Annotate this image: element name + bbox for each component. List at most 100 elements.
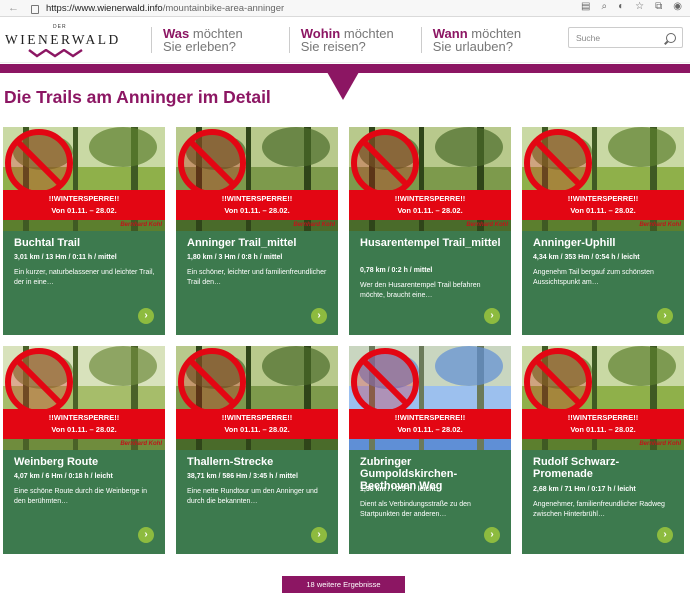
closure-title: !!WINTERSPERRE!! <box>394 413 466 422</box>
nav-divider <box>151 26 152 53</box>
closure-title: !!WINTERSPERRE!! <box>221 413 293 422</box>
chevron-right-icon[interactable]: › <box>657 308 673 324</box>
nav-divider <box>420 26 422 53</box>
trail-photo[interactable]: !!WINTERSPERRE!! Von 01.11. – 28.02. Ber… <box>522 346 684 450</box>
closure-title: !!WINTERSPERRE!! <box>48 194 120 203</box>
trail-description: Ein schöner, leichter und familienfreund… <box>187 269 327 286</box>
site-header: DER WIENERWALD Was möchten Sie erleben? W… <box>0 17 690 63</box>
trail-description: Dient als Verbindungsstraße zu den Start… <box>360 501 471 518</box>
closure-title: !!WINTERSPERRE!! <box>394 194 466 203</box>
trail-card[interactable]: !!WINTERSPERRE!! Von 01.11. – 28.02. Ber… <box>3 127 165 335</box>
trail-stats: 1,80 km / 3 Hm / 0:8 h / mittel <box>187 254 283 261</box>
prohibited-icon <box>524 348 592 416</box>
trail-description: Angenehm Tail bergauf zum schönsten Auss… <box>533 269 654 286</box>
trail-stats: 2,68 km / 71 Hm / 0:17 h / leicht <box>533 486 636 493</box>
trail-title[interactable]: Anninger-Uphill <box>533 237 678 249</box>
closure-dates: Von 01.11. – 28.02. <box>224 206 290 215</box>
logo-prefix: DER <box>53 23 67 30</box>
trail-title[interactable]: Husarentempel Trail_mittel <box>360 237 505 249</box>
closure-dates: Von 01.11. – 28.02. <box>397 206 463 215</box>
trail-photo[interactable]: !!WINTERSPERRE!! Von 01.11. – 28.02. <box>349 346 511 450</box>
winter-closure-banner: !!WINTERSPERRE!! Von 01.11. – 28.02. <box>522 409 684 439</box>
trail-card[interactable]: !!WINTERSPERRE!! Von 01.11. – 28.02. Zub… <box>349 346 511 554</box>
browser-address-bar[interactable]: ← https://www.wienerwald.info/mountainbi… <box>0 0 690 17</box>
chevron-right-icon[interactable]: › <box>311 527 327 543</box>
prohibited-icon <box>178 129 246 197</box>
trail-title[interactable]: Weinberg Route <box>14 456 159 468</box>
logo-wave-icon <box>28 48 83 57</box>
site-logo[interactable]: DER WIENERWALD <box>0 17 132 63</box>
closure-dates: Von 01.11. – 28.02. <box>397 425 463 434</box>
closure-title: !!WINTERSPERRE!! <box>221 194 293 203</box>
prohibited-icon <box>5 348 73 416</box>
prohibited-icon <box>351 348 419 416</box>
trail-photo[interactable]: !!WINTERSPERRE!! Von 01.11. – 28.02. <box>176 346 338 450</box>
profile-icon[interactable]: ◉ <box>673 1 682 12</box>
trail-photo[interactable]: !!WINTERSPERRE!! Von 01.11. – 28.02. Ber… <box>349 127 511 231</box>
collections-icon[interactable]: ⧉ <box>655 1 662 12</box>
closure-dates: Von 01.11. – 28.02. <box>570 425 636 434</box>
closure-title: !!WINTERSPERRE!! <box>567 194 639 203</box>
trail-stats: 4,34 km / 353 Hm / 0:54 h / leicht <box>533 254 640 261</box>
trail-card[interactable]: !!WINTERSPERRE!! Von 01.11. – 28.02. Tha… <box>176 346 338 554</box>
trail-photo[interactable]: !!WINTERSPERRE!! Von 01.11. – 28.02. Ber… <box>176 127 338 231</box>
prohibited-icon <box>524 129 592 197</box>
sponsor-logo: Bernhard Kohl <box>120 441 162 447</box>
reader-view-icon[interactable]: ▤ <box>581 1 590 12</box>
trail-card[interactable]: !!WINTERSPERRE!! Von 01.11. – 28.02. Ber… <box>3 346 165 554</box>
search-icon[interactable] <box>666 33 676 43</box>
trail-title[interactable]: Anninger Trail_mittel <box>187 237 332 249</box>
star-icon[interactable]: ☆ <box>635 1 644 12</box>
trail-title[interactable]: Rudolf Schwarz-Promenade <box>533 456 678 480</box>
nav-item-wohin[interactable]: Wohin möchten Sie reisen? <box>288 26 394 53</box>
closure-dates: Von 01.11. – 28.02. <box>51 206 117 215</box>
trail-stats: 4,07 km / 6 Hm / 0:18 h / leicht <box>14 473 113 480</box>
winter-closure-banner: !!WINTERSPERRE!! Von 01.11. – 28.02. <box>176 190 338 220</box>
nav-item-was[interactable]: Was möchten Sie erleben? <box>151 26 243 53</box>
winter-closure-banner: !!WINTERSPERRE!! Von 01.11. – 28.02. <box>349 190 511 220</box>
winter-closure-banner: !!WINTERSPERRE!! Von 01.11. – 28.02. <box>3 190 165 220</box>
trail-title[interactable]: Buchtal Trail <box>14 237 159 249</box>
tracking-icon[interactable]: ◐ <box>618 1 624 12</box>
trail-photo[interactable]: !!WINTERSPERRE!! Von 01.11. – 28.02. Ber… <box>522 127 684 231</box>
trail-card[interactable]: !!WINTERSPERRE!! Von 01.11. – 28.02. Ber… <box>176 127 338 335</box>
nav-item-wann[interactable]: Wann möchten Sie urlauben? <box>420 26 521 53</box>
lock-icon <box>31 4 39 14</box>
trail-card[interactable]: !!WINTERSPERRE!! Von 01.11. – 28.02. Ber… <box>522 346 684 554</box>
trail-description: Wer den Husarentempel Trail befahren möc… <box>360 282 481 299</box>
search-input[interactable] <box>569 28 659 48</box>
chevron-right-icon[interactable]: › <box>484 527 500 543</box>
band-notch <box>327 72 359 100</box>
closure-dates: Von 01.11. – 28.02. <box>224 425 290 434</box>
winter-closure-banner: !!WINTERSPERRE!! Von 01.11. – 28.02. <box>3 409 165 439</box>
back-arrow-icon[interactable]: ← <box>8 2 19 14</box>
sponsor-logo: Bernhard Kohl <box>639 222 681 228</box>
closure-title: !!WINTERSPERRE!! <box>48 413 120 422</box>
chevron-right-icon[interactable]: › <box>657 527 673 543</box>
sponsor-logo: Bernhard Kohl <box>466 222 508 228</box>
url-path: /mountainbike-area-anninger <box>162 2 285 14</box>
closure-title: !!WINTERSPERRE!! <box>567 413 639 422</box>
closure-dates: Von 01.11. – 28.02. <box>570 206 636 215</box>
more-results-button[interactable]: 18 weitere Ergebnisse <box>282 576 405 593</box>
chevron-right-icon[interactable]: › <box>311 308 327 324</box>
trail-stats: 0,78 km / 0:2 h / mittel <box>360 267 433 274</box>
main-nav: Was möchten Sie erleben? Wohin möchten Sie… <box>132 17 521 63</box>
search-box[interactable] <box>568 27 683 48</box>
sponsor-logo: Bernhard Kohl <box>120 222 162 228</box>
trail-title[interactable]: Thallern-Strecke <box>187 456 332 468</box>
chevron-right-icon[interactable]: › <box>484 308 500 324</box>
trail-photo[interactable]: !!WINTERSPERRE!! Von 01.11. – 28.02. Ber… <box>3 127 165 231</box>
trail-card[interactable]: !!WINTERSPERRE!! Von 01.11. – 28.02. Ber… <box>522 127 684 335</box>
trail-photo[interactable]: !!WINTERSPERRE!! Von 01.11. – 28.02. Ber… <box>3 346 165 450</box>
trail-description: Ein kurzer, naturbelassener und leichter… <box>14 269 155 286</box>
trail-card[interactable]: !!WINTERSPERRE!! Von 01.11. – 28.02. Ber… <box>349 127 511 335</box>
chevron-right-icon[interactable]: › <box>138 308 154 324</box>
prohibited-icon <box>351 129 419 197</box>
trail-stats: 38,71 km / 586 Hm / 3:45 h / mittel <box>187 473 298 480</box>
zoom-icon[interactable]: ⌕ <box>602 1 608 12</box>
url-host: https://www.wienerwald.info <box>46 2 163 14</box>
trail-stats: 1,36 km / / 0:5 h / leicht <box>360 486 436 493</box>
sponsor-logo: Bernhard Kohl <box>639 441 681 447</box>
chevron-right-icon[interactable]: › <box>138 527 154 543</box>
